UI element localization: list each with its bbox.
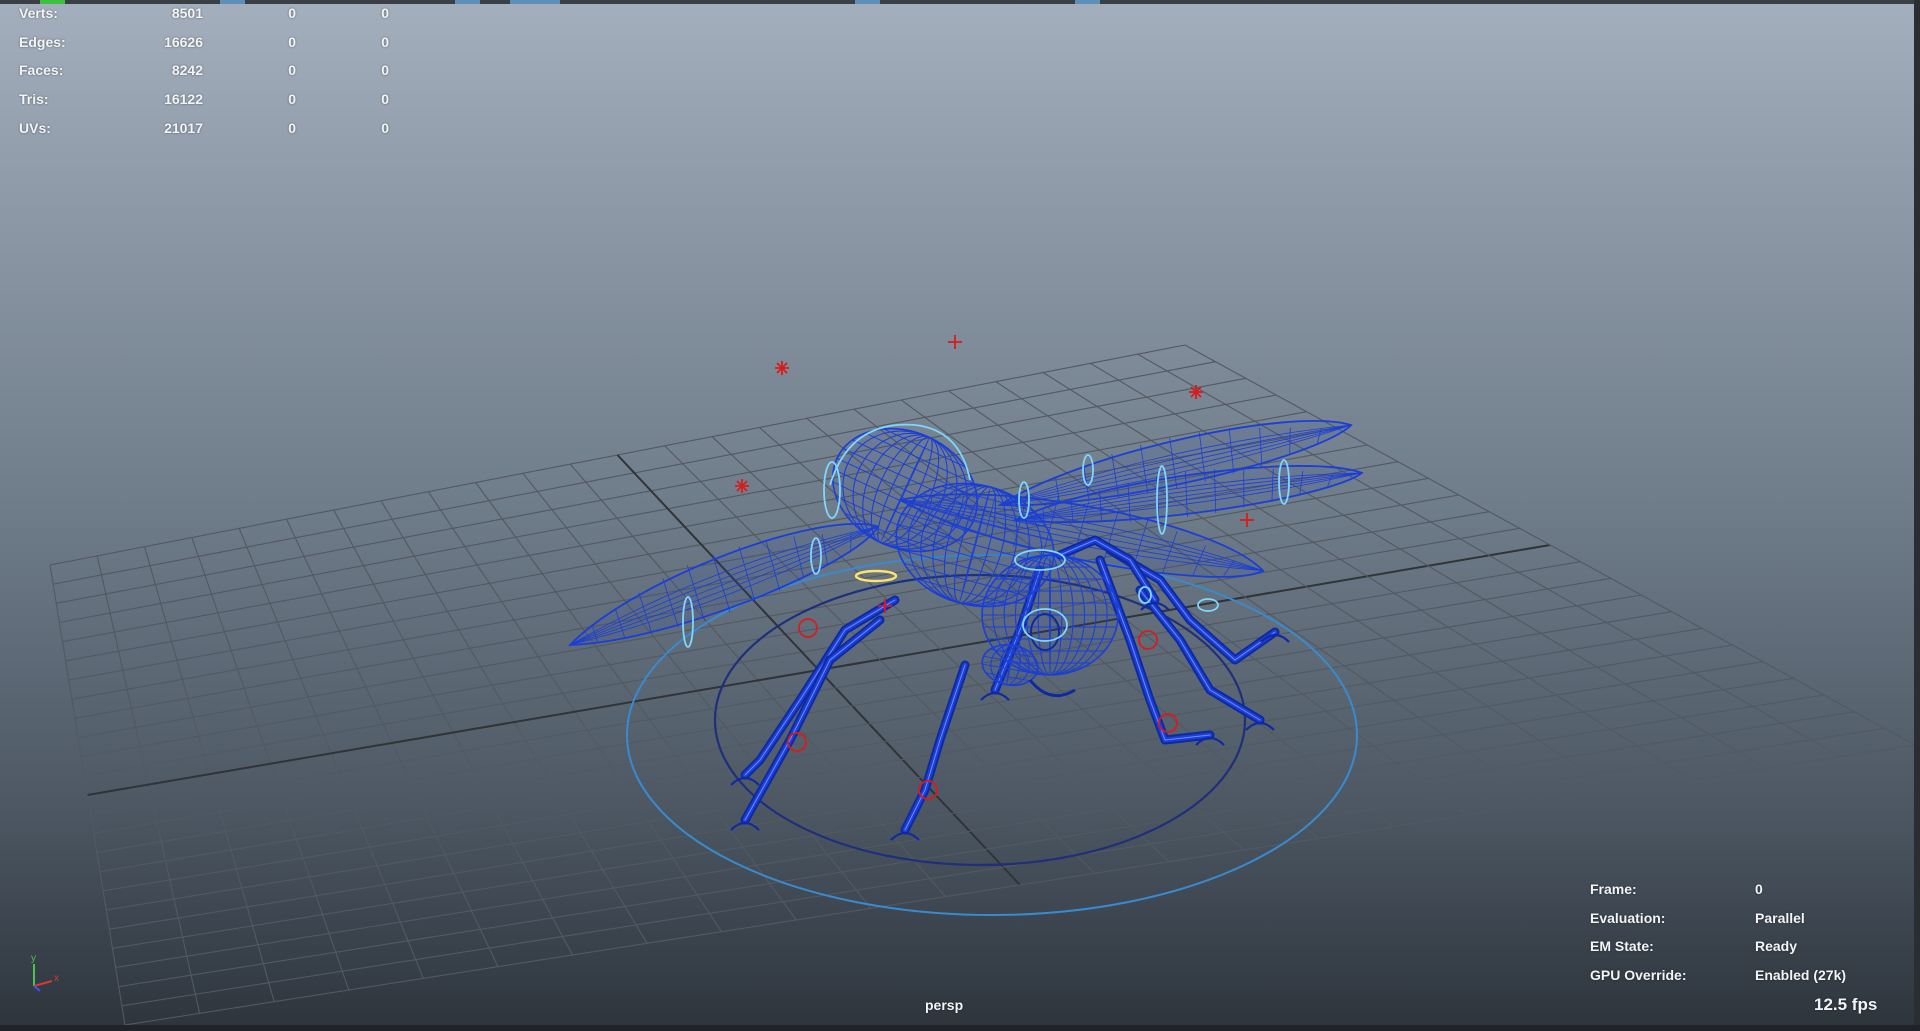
poly-count-value: 0 [288, 62, 296, 79]
poly-count-label: Tris: [19, 91, 49, 108]
locator-marker [1189, 385, 1203, 399]
ik-handle [1138, 630, 1158, 650]
poly-count-row-verts: Verts: 8501 0 0 [19, 5, 389, 34]
grid-line [99, 611, 1672, 873]
fps-counter: 12.5 fps [1814, 995, 1878, 1014]
poly-count-value: 8242 [171, 62, 203, 79]
poly-count-value: 0 [381, 5, 389, 21]
poly-count-value: 0 [288, 119, 296, 136]
x-axis-label: x [54, 973, 59, 984]
grid-line [115, 694, 1824, 969]
evaluation-hud: Frame: 0 Evaluation: Parallel EM State: … [1590, 881, 1890, 995]
poly-count-value: 0 [381, 62, 389, 79]
poly-count-value: 8501 [171, 5, 203, 21]
locator-marker [775, 361, 789, 375]
hud-value: Enabled (27k) [1755, 966, 1847, 983]
poly-count-value: 21017 [164, 119, 203, 136]
locator-marker [1240, 513, 1254, 527]
locator-marker [948, 335, 962, 349]
hud-label: GPU Override: [1590, 966, 1687, 983]
poly-count-row-faces: Faces: 8242 0 0 [19, 62, 389, 91]
hud-value: 0 [1755, 881, 1763, 897]
poly-count-value: 0 [381, 91, 389, 108]
poly-count-row-tris: Tris: 16122 0 0 [19, 91, 389, 120]
poly-count-label: Verts: [19, 5, 58, 21]
hud-row-gpu-override: GPU Override: Enabled (27k) [1590, 967, 1890, 996]
hud-value: Parallel [1755, 909, 1805, 926]
poly-count-value: 0 [288, 33, 296, 50]
poly-count-hud: Verts: 8501 0 0 Edges: 16626 0 0 Faces: … [19, 5, 389, 149]
3d-viewport[interactable]: Verts: 8501 0 0 Edges: 16626 0 0 Faces: … [0, 0, 1920, 1031]
hud-value: Ready [1755, 938, 1798, 955]
poly-count-value: 0 [381, 33, 389, 50]
toolbar-chip[interactable] [455, 0, 480, 4]
view-axis-gizmo: y x [31, 953, 59, 992]
poly-count-value: 16626 [164, 33, 203, 50]
poly-count-value: 16122 [164, 91, 203, 108]
toolbar-chip[interactable] [40, 0, 65, 4]
poly-count-label: Faces: [19, 62, 64, 79]
viewport-right-border [1914, 0, 1920, 1031]
hud-row-evaluation: Evaluation: Parallel [1590, 910, 1890, 939]
toolbar-chip[interactable] [220, 0, 245, 4]
hud-row-frame: Frame: 0 [1590, 881, 1890, 910]
poly-count-value: 0 [288, 91, 296, 108]
hud-label: EM State: [1590, 938, 1654, 955]
antenna-left-claw [980, 691, 1010, 701]
poly-count-row-edges: Edges: 16626 0 0 [19, 33, 389, 63]
toolbar-chip[interactable] [510, 0, 560, 4]
x-axis-line [33, 980, 53, 987]
poly-count-label: UVs: [19, 119, 51, 136]
poly-count-value: 0 [381, 119, 389, 136]
wasp-model[interactable] [558, 400, 1365, 841]
viewport-scene[interactable] [0, 0, 1920, 1031]
locator-marker [735, 479, 749, 493]
y-axis-label: y [31, 953, 36, 964]
camera-name-label: persp [925, 997, 964, 1013]
leg-right-front-highlight [1099, 559, 1211, 741]
z-axis-line [33, 985, 41, 992]
toolbar-chip[interactable] [1075, 0, 1100, 4]
hud-label: Evaluation: [1590, 909, 1666, 926]
poly-count-value: 0 [288, 5, 296, 21]
grid-line [106, 644, 1733, 911]
poly-count-row-uvs: UVs: 21017 0 0 [19, 119, 389, 149]
top-toolbar-strip [0, 0, 1920, 4]
toolbar-chip[interactable] [855, 0, 880, 4]
grid-line [93, 577, 1611, 834]
hud-row-em-state: EM State: Ready [1590, 938, 1890, 967]
viewport-bottom-border [0, 1025, 1920, 1031]
ik-handle [798, 618, 818, 638]
hud-label: Frame: [1590, 881, 1637, 897]
grid-line [112, 677, 1794, 949]
poly-count-label: Edges: [19, 33, 66, 50]
grid-line [103, 627, 1703, 892]
